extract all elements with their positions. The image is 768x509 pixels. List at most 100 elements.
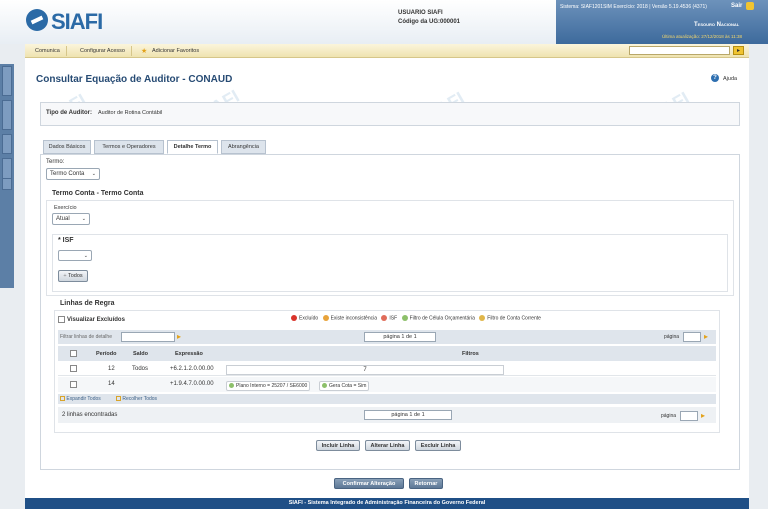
- row-checkbox[interactable]: [70, 381, 77, 388]
- row-periodo: 12: [108, 366, 115, 372]
- chip-label: Gera Cota = Sim: [329, 383, 367, 389]
- system-info: Sistema: SIAF1201SIM Exercício: 2018 | V…: [560, 4, 707, 10]
- side-tab-1[interactable]: [2, 66, 12, 96]
- termo-conta-title: Termo Conta - Termo Conta: [52, 190, 144, 197]
- tab-dados-basicos[interactable]: Dados Básicos: [43, 140, 91, 154]
- filter-label: Filtrar linhas de detalhe: [60, 334, 112, 340]
- pager-text: página 1 de 1: [391, 412, 425, 418]
- row-saldo: Todos: [132, 366, 149, 372]
- page-go-icon[interactable]: ▸: [701, 411, 705, 420]
- expand-all-label: Expandir Todos: [66, 396, 101, 402]
- inconsistencia-legend-icon: [322, 315, 329, 321]
- pagina-label: página: [661, 413, 677, 419]
- side-tab-3[interactable]: [2, 134, 12, 154]
- exercicio-label: Exercício: [54, 205, 77, 211]
- exercicio-select-value: Atual: [56, 216, 70, 222]
- filter-input[interactable]: [121, 332, 175, 342]
- collapse-all-label: Recolher Todos: [122, 396, 158, 402]
- todos-button-label: Todos: [67, 273, 83, 279]
- col-expressao: Expressão: [175, 351, 203, 357]
- exercicio-select[interactable]: Atual ⌄: [52, 213, 90, 225]
- isf-panel: [52, 234, 728, 292]
- visualizar-excluidos-label: Visualizar Excluídos: [67, 317, 125, 323]
- visualizar-excluidos-checkbox[interactable]: [58, 316, 65, 323]
- menu-configurar-acesso[interactable]: Configurar Acesso: [74, 46, 132, 56]
- chip-label: Plano Interno = 25207 / SE6000: [236, 383, 308, 389]
- expand-icon: [60, 396, 65, 402]
- tab-detalhe-termo[interactable]: Detalhe Termo: [167, 140, 218, 154]
- select-all-checkbox[interactable]: [70, 350, 77, 357]
- expand-all-link[interactable]: Expandir Todos: [60, 396, 101, 402]
- page-title: Consultar Equação de Auditor - CONAUD: [36, 74, 233, 85]
- retornar-button[interactable]: Retornar: [409, 478, 443, 489]
- row-filtro: 7: [226, 365, 504, 375]
- chevron-down-icon: ⌄: [83, 253, 88, 259]
- page-go-icon[interactable]: ▸: [704, 332, 708, 341]
- tipo-auditor-label: Tipo de Auditor:: [46, 110, 92, 116]
- logout-link[interactable]: Sair: [731, 3, 742, 9]
- legend-label: Filtro de Conta Corrente: [487, 315, 541, 322]
- side-tab-2[interactable]: [2, 100, 12, 130]
- conta-corrente-legend-icon: [479, 315, 486, 321]
- table-header: [58, 346, 716, 361]
- last-update: Última atualização: 27/12/2018 às 11:38: [662, 34, 742, 39]
- row-checkbox[interactable]: [70, 365, 77, 372]
- pager-bottom: página 1 de 1: [364, 410, 452, 420]
- linhas-title: Linhas de Regra: [60, 300, 115, 307]
- pager-text: página 1 de 1: [383, 334, 417, 340]
- filter-go-icon[interactable]: ▸: [177, 332, 181, 341]
- ug-label: Código da UG:000001: [398, 19, 461, 25]
- excluido-legend-icon: [291, 315, 297, 321]
- isf-label: * ISF: [58, 237, 74, 244]
- menu-adicionar-favoritos[interactable]: Adicionar Favoritos: [146, 46, 205, 56]
- excluir-linha-button[interactable]: Excluir Linha: [415, 440, 461, 451]
- page-input[interactable]: [680, 411, 698, 421]
- filter-chip: Plano Interno = 25207 / SE6000: [226, 381, 311, 391]
- menu-comunica[interactable]: Comunica: [29, 46, 67, 56]
- termo-select[interactable]: Termo Conta ⌄: [46, 168, 100, 180]
- logout-icon[interactable]: [746, 2, 754, 10]
- chevron-down-icon: ⌄: [91, 171, 96, 177]
- termo-label: Termo:: [46, 159, 65, 165]
- table-row[interactable]: [58, 377, 716, 392]
- legend: Excluído Existe inconsistência ISF Filtr…: [291, 315, 541, 321]
- app-logo-text: SIAFI: [51, 9, 103, 34]
- confirmar-alteracao-button[interactable]: Confirmar Alteração: [334, 478, 404, 489]
- row-periodo: 14: [108, 381, 115, 387]
- todos-button[interactable]: + Todos: [58, 270, 88, 282]
- tipo-auditor-value: Auditor de Rotina Contábil: [98, 110, 163, 116]
- termo-select-value: Termo Conta: [50, 171, 85, 177]
- row-expressao: +6.2.1.2.0.00.00: [170, 366, 214, 372]
- collapse-icon: [116, 396, 121, 402]
- chevron-down-icon: ⌄: [81, 216, 86, 222]
- col-filtros: Filtros: [462, 351, 479, 357]
- legend-label: Filtro de Célula Orçamentária: [409, 315, 475, 322]
- legend-label: ISF: [389, 315, 398, 322]
- col-saldo: Saldo: [133, 351, 148, 357]
- footer: SIAFI - Sistema Integrado de Administraç…: [25, 498, 749, 509]
- filter-chip: Gera Cota = Sim: [319, 381, 370, 391]
- row-filtro-value: 7: [363, 367, 367, 373]
- help-link[interactable]: Ajuda: [723, 76, 737, 82]
- collapse-all-link[interactable]: Recolher Todos: [116, 396, 157, 402]
- tab-termos-operadores[interactable]: Termos e Operadores: [94, 140, 164, 154]
- celula-chip-icon: [322, 383, 327, 389]
- search-button[interactable]: ▸: [733, 46, 744, 55]
- pager-top: página 1 de 1: [364, 332, 436, 342]
- tab-abrangencia[interactable]: Abrangência: [221, 140, 266, 154]
- celula-chip-icon: [229, 383, 234, 389]
- isf-select[interactable]: ⌄: [58, 250, 92, 261]
- search-input[interactable]: [629, 46, 730, 55]
- pagina-label: página: [664, 334, 680, 340]
- alterar-linha-button[interactable]: Alterar Linha: [365, 440, 410, 451]
- row-count: 2 linhas encontradas: [62, 412, 118, 418]
- legend-label: Excluído: [299, 315, 319, 322]
- col-periodo: Período: [96, 351, 117, 357]
- page-input[interactable]: [683, 332, 701, 342]
- treasury-logo: Tesouro Nacional: [694, 22, 740, 28]
- side-tab-5[interactable]: [2, 178, 12, 190]
- help-icon[interactable]: ?: [711, 74, 719, 82]
- celula-legend-icon: [401, 315, 408, 321]
- row-expressao: +1.9.4.7.0.00.00: [170, 381, 214, 387]
- incluir-linha-button[interactable]: Incluir Linha: [316, 440, 360, 451]
